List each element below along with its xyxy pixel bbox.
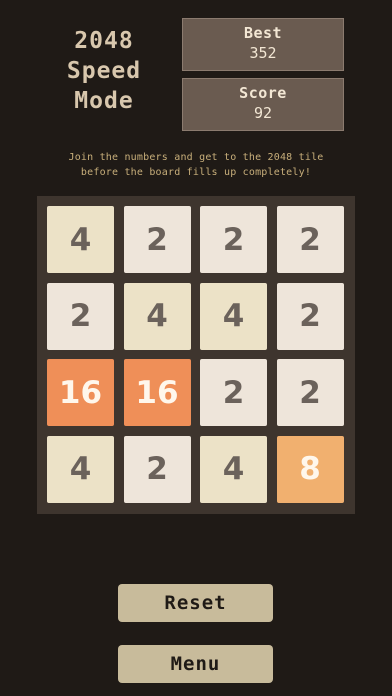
reset-button[interactable]: Reset (118, 584, 273, 622)
tile: 2 (200, 206, 267, 273)
tile: 4 (47, 206, 114, 273)
tile: 8 (276, 435, 344, 503)
tile: 2 (276, 206, 344, 273)
tile: 16 (123, 359, 191, 426)
tile: 2 (123, 435, 191, 503)
score-value: 92 (253, 104, 273, 122)
instructions-text: Join the numbers and get to the 2048 til… (22, 150, 370, 180)
instructions-line: before the board fills up completely! (80, 167, 312, 178)
tile: 4 (200, 282, 267, 350)
best-label: Best (243, 24, 283, 42)
tile: 2 (276, 359, 344, 426)
tile: 2 (47, 282, 114, 350)
game-board[interactable]: 4 2 2 2 2 4 4 2 16 16 2 2 4 2 4 8 (37, 196, 355, 514)
tile: 4 (47, 435, 114, 503)
instructions-line: Join the numbers and get to the 2048 til… (68, 152, 324, 163)
game-title: 2048 Speed Mode (50, 26, 158, 116)
menu-button[interactable]: Menu (118, 645, 273, 683)
score-label: Score (239, 84, 287, 102)
tile: 4 (200, 435, 267, 503)
game-title-line: 2048 (74, 28, 134, 54)
tile: 2 (123, 206, 191, 273)
game-title-line: Mode (74, 88, 134, 114)
tile: 4 (123, 282, 191, 350)
tile: 2 (276, 282, 344, 350)
tile: 16 (47, 359, 114, 426)
tile: 2 (200, 359, 267, 426)
best-value: 352 (249, 44, 277, 62)
game-title-line: Speed (66, 58, 142, 84)
best-score-box: Best 352 (182, 18, 344, 71)
current-score-box: Score 92 (182, 78, 344, 131)
